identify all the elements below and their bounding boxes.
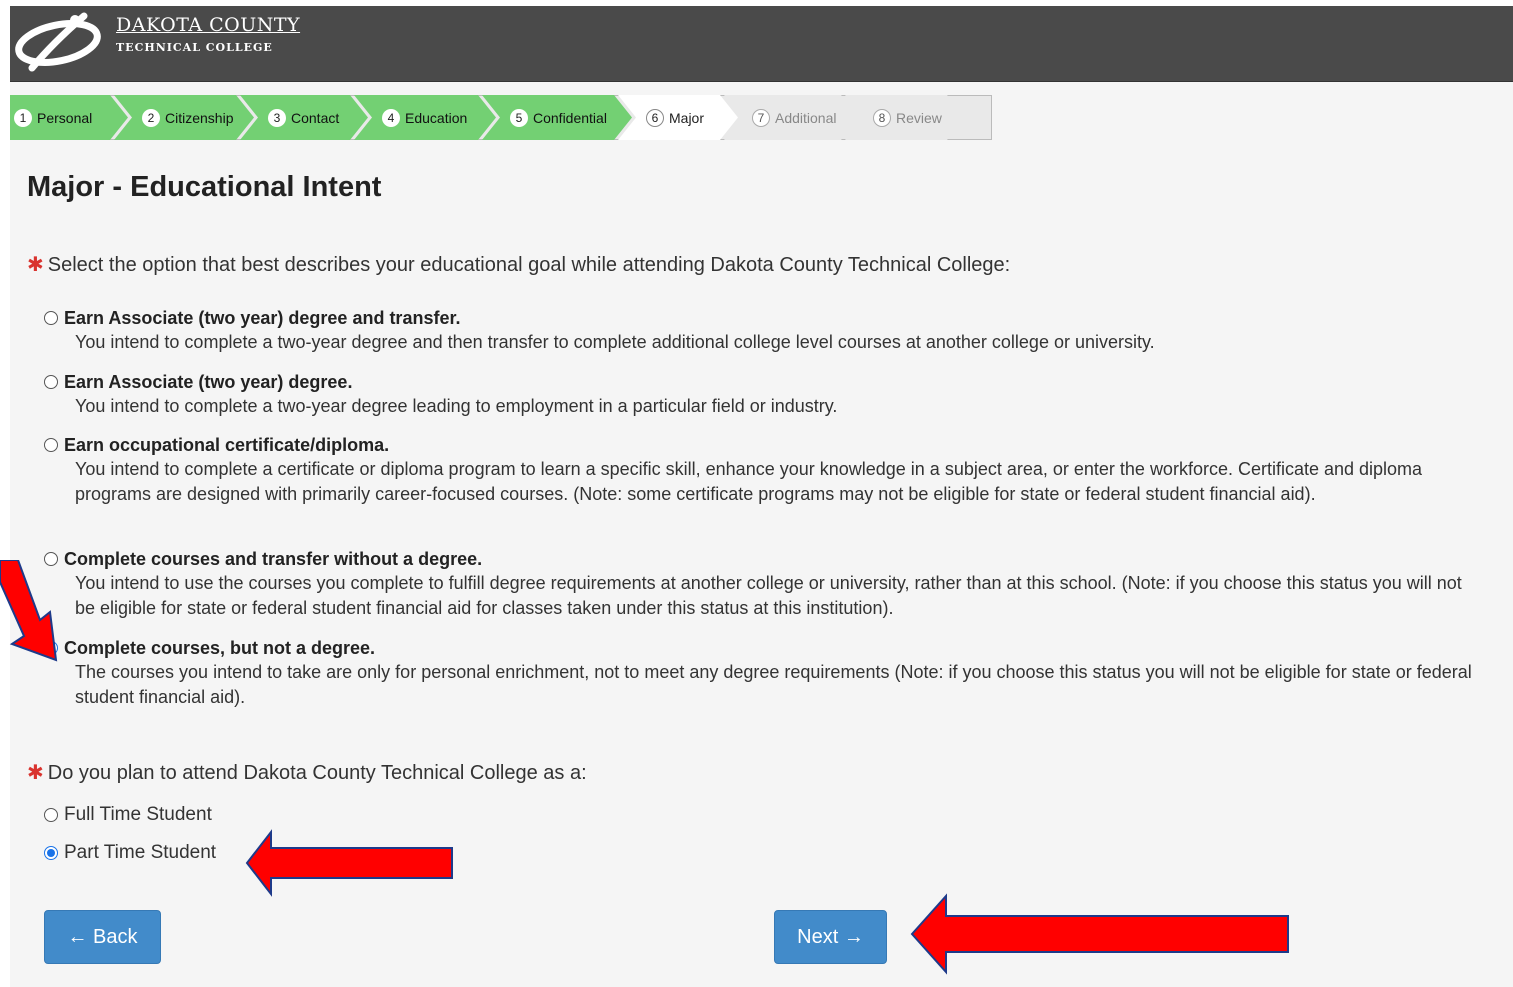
- step-label: Citizenship: [165, 109, 234, 126]
- goal-option-description: The courses you intend to take are only …: [75, 662, 1472, 707]
- logo-title: DAKOTA COUNTY: [116, 14, 301, 36]
- goal-option: Complete courses, but not a degree. The c…: [44, 636, 1484, 710]
- goal-option-description: You intend to use the courses you comple…: [75, 573, 1462, 618]
- step-review: 8 Review: [845, 95, 965, 140]
- step-citizenship[interactable]: 2 Citizenship: [114, 95, 254, 140]
- step-label: Major: [669, 109, 705, 126]
- step-number: 5: [510, 109, 528, 127]
- site-header: DAKOTA COUNTY TECHNICAL COLLEGE: [10, 6, 1513, 82]
- goal-option-header[interactable]: Complete courses and transfer without a …: [44, 547, 1484, 571]
- step-number: 2: [142, 109, 160, 127]
- goal-question-text: Select the option that best describes yo…: [47, 254, 1011, 276]
- progress-steps: 1 Personal 2 Citizenship 3 Contact 4 Education 5…: [10, 95, 951, 140]
- step-label: Confidential: [533, 109, 607, 126]
- goal-option-description: You intend to complete a certificate or …: [75, 459, 1423, 504]
- goal-option-header[interactable]: Complete courses, but not a degree.: [44, 636, 1484, 660]
- status-radio[interactable]: [44, 808, 58, 822]
- page: DAKOTA COUNTY TECHNICAL COLLEGE 1 Persona…: [10, 6, 1513, 987]
- next-button[interactable]: Next →: [774, 910, 887, 964]
- step-number: 4: [382, 109, 400, 127]
- goal-question: ✱ Select the option that best describes y…: [27, 252, 1010, 277]
- goal-option-title: Complete courses and transfer without a …: [64, 548, 483, 569]
- step-additional: 7 Additional: [724, 95, 859, 140]
- page-title: Major - Educational Intent: [27, 171, 382, 203]
- status-question: ✱ Do you plan to attend Dakota County Tec…: [27, 760, 587, 785]
- goal-option: Earn Associate (two year) degree. You int…: [44, 370, 1484, 419]
- step-label: Education: [405, 109, 468, 126]
- step-label: Review: [896, 109, 942, 126]
- status-option[interactable]: Full Time Student: [44, 803, 212, 827]
- status-option-label: Full Time Student: [64, 804, 212, 825]
- goal-option: Earn occupational certificate/diploma. Yo…: [44, 433, 1484, 507]
- required-asterisk-icon: ✱: [27, 254, 44, 276]
- goal-option-header[interactable]: Earn occupational certificate/diploma.: [44, 433, 1484, 457]
- step-number: 1: [14, 109, 32, 127]
- goal-radio[interactable]: [44, 375, 58, 389]
- goal-option-title: Earn Associate (two year) degree and tra…: [64, 307, 461, 328]
- goal-option: Complete courses and transfer without a …: [44, 547, 1484, 621]
- goal-option-title: Complete courses, but not a degree.: [64, 637, 376, 658]
- goal-option-title: Earn occupational certificate/diploma.: [64, 434, 390, 455]
- step-label: Contact: [291, 109, 340, 126]
- goal-option-header[interactable]: Earn Associate (two year) degree.: [44, 370, 1484, 394]
- annotation-arrow-icon: [910, 893, 1289, 975]
- step-label: Personal: [37, 109, 93, 126]
- status-question-text: Do you plan to attend Dakota County Tech…: [47, 762, 587, 784]
- step-personal[interactable]: 1 Personal: [10, 95, 128, 140]
- status-option-label: Part Time Student: [64, 842, 217, 863]
- goal-option-header[interactable]: Earn Associate (two year) degree and tra…: [44, 306, 1484, 330]
- status-option[interactable]: Part Time Student: [44, 841, 216, 865]
- goal-option: Earn Associate (two year) degree and tra…: [44, 306, 1484, 355]
- step-major[interactable]: 6 Major: [618, 95, 738, 140]
- step-contact[interactable]: 3 Contact: [240, 95, 368, 140]
- college-logo-icon: [15, 12, 101, 72]
- annotation-arrow-icon: [245, 829, 453, 897]
- step-number: 7: [752, 109, 770, 127]
- step-label: Additional: [775, 109, 837, 126]
- goal-option-title: Earn Associate (two year) degree.: [64, 371, 353, 392]
- annotation-arrow-icon: [0, 560, 58, 662]
- step-number: 6: [646, 109, 664, 127]
- goal-radio[interactable]: [44, 438, 58, 452]
- step-number: 8: [873, 109, 891, 127]
- step-confidential[interactable]: 5 Confidential: [482, 95, 632, 140]
- step-number: 3: [268, 109, 286, 127]
- required-asterisk-icon: ✱: [27, 762, 44, 784]
- status-radio[interactable]: [44, 846, 58, 860]
- goal-option-description: You intend to complete a two-year degree…: [75, 332, 1155, 352]
- step-education[interactable]: 4 Education: [354, 95, 496, 140]
- logo-subtitle: TECHNICAL COLLEGE: [116, 41, 273, 54]
- back-button[interactable]: ← Back: [44, 910, 161, 964]
- goal-option-description: You intend to complete a two-year degree…: [75, 396, 838, 416]
- goal-radio[interactable]: [44, 311, 58, 325]
